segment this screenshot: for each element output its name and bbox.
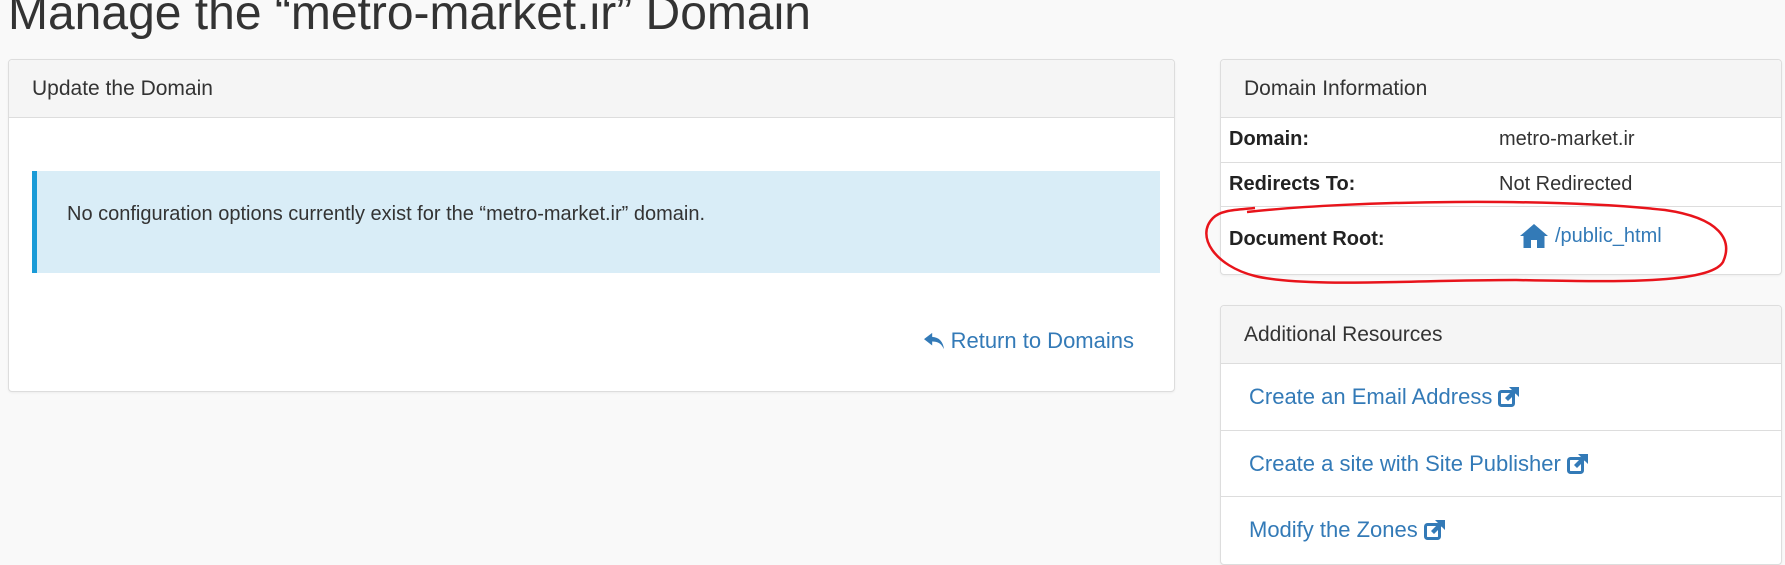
domain-information-panel: Domain Information Domain: metro-market.… (1220, 59, 1782, 275)
additional-resources-panel: Additional Resources Create an Email Add… (1220, 305, 1782, 565)
list-item: Modify the Zones (1221, 496, 1781, 562)
domain-value: metro-market.ir (1499, 128, 1635, 151)
table-row: Redirects To: Not Redirected (1221, 161, 1781, 206)
page-title: Manage the “metro-market.ir” Domain (8, 0, 811, 40)
table-row: Domain: metro-market.ir (1221, 118, 1781, 162)
domain-info-table: Domain: metro-market.ir Redirects To: No… (1221, 118, 1781, 272)
list-item: Create an Email Address (1221, 364, 1781, 430)
external-link-icon (1566, 453, 1588, 474)
return-to-domains-link[interactable]: Return to Domains (923, 328, 1134, 354)
table-row: Document Root: /public_html (1221, 205, 1781, 272)
list-item: Create a site with Site Publisher (1221, 430, 1781, 496)
site-publisher-label: Create a site with Site Publisher (1249, 450, 1561, 476)
modify-zones-link[interactable]: Modify the Zones (1249, 517, 1446, 543)
alert-text: No configuration options currently exist… (67, 202, 706, 225)
external-link-icon (1498, 387, 1520, 407)
reply-arrow-icon (923, 332, 944, 350)
site-publisher-link[interactable]: Create a site with Site Publisher (1249, 451, 1589, 477)
return-to-domains-label: Return to Domains (950, 328, 1134, 353)
document-root-label: Document Root: (1221, 205, 1491, 272)
document-root-value: /public_html (1555, 224, 1662, 247)
resources-list: Create an Email Address Create a site wi… (1221, 364, 1781, 562)
redirects-to-label: Redirects To: (1221, 161, 1491, 206)
additional-resources-heading: Additional Resources (1221, 306, 1781, 364)
info-alert: No configuration options currently exist… (32, 171, 1160, 273)
domain-information-heading: Domain Information (1221, 60, 1781, 118)
create-email-label: Create an Email Address (1249, 384, 1493, 409)
update-domain-heading: Update the Domain (9, 60, 1174, 118)
domain-label: Domain: (1229, 128, 1309, 151)
update-domain-panel: Update the Domain No configuration optio… (8, 59, 1175, 392)
home-icon (1520, 224, 1548, 249)
modify-zones-label: Modify the Zones (1249, 516, 1418, 542)
external-link-icon (1423, 519, 1445, 540)
document-root-link[interactable]: /public_html (1519, 223, 1662, 249)
create-email-link[interactable]: Create an Email Address (1249, 384, 1520, 410)
redirects-to-value: Not Redirected (1491, 161, 1781, 206)
